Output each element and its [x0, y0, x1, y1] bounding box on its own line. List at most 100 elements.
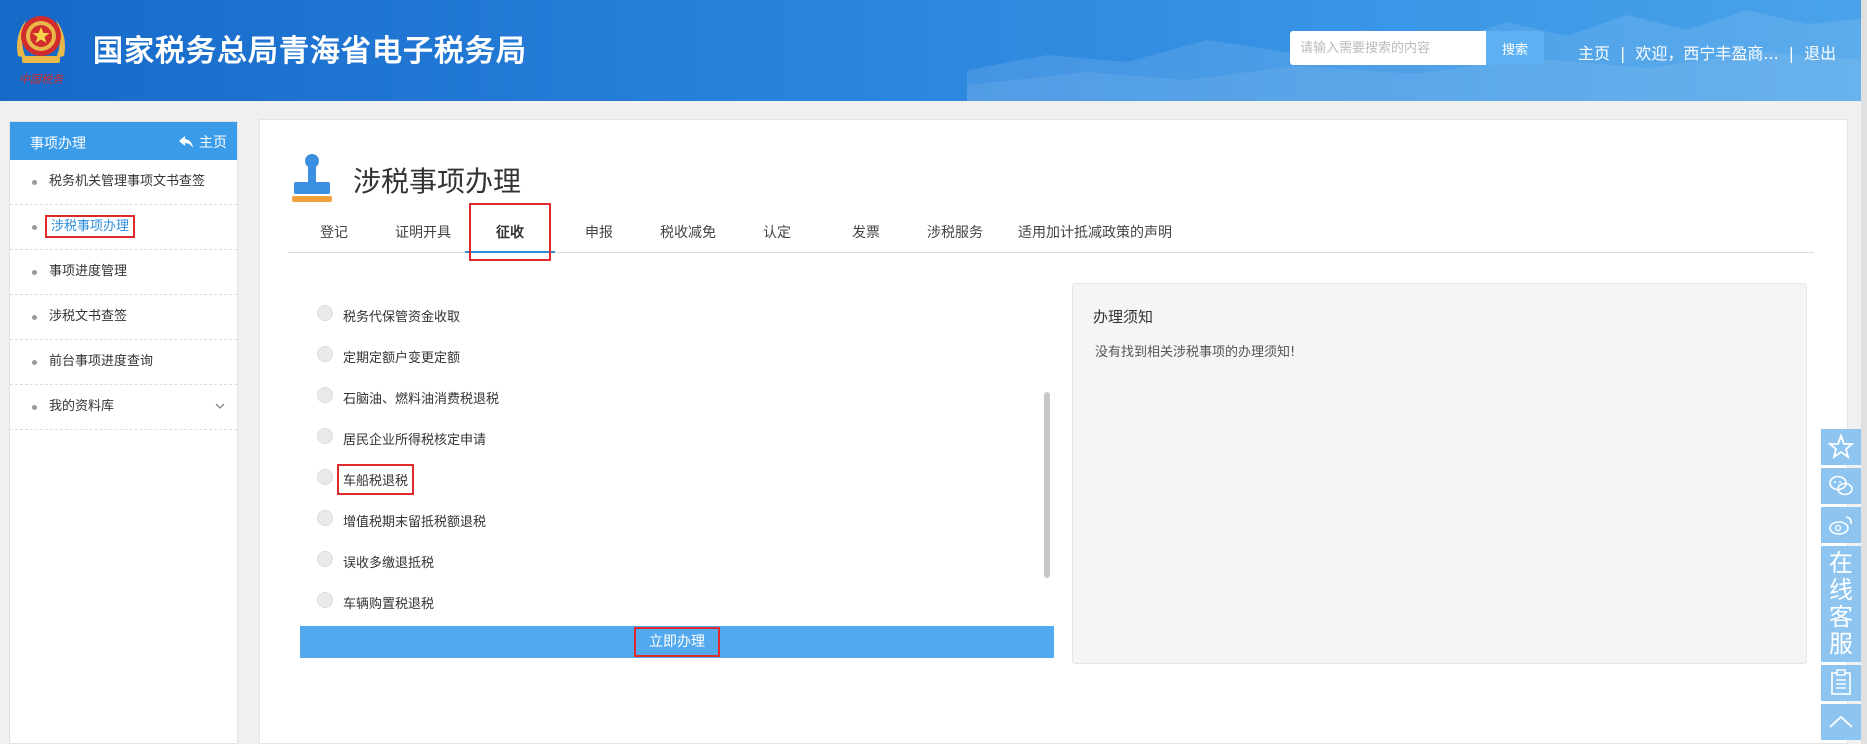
- option-label: 车辆购置税退税: [343, 597, 435, 612]
- sidebar-home-label: 主页: [199, 135, 227, 151]
- bullet-icon: [32, 270, 37, 275]
- search-button[interactable]: 搜索: [1486, 31, 1544, 65]
- sidebar-item-my-library[interactable]: 我的资料库: [10, 385, 237, 430]
- link-separator: |: [1620, 44, 1626, 63]
- tax-emblem-icon: 中国税务: [17, 16, 65, 86]
- submit-button-label: 立即办理: [634, 627, 720, 657]
- sidebar-item-document-review[interactable]: 税务机关管理事项文书查签: [10, 160, 237, 205]
- sidebar-item-front-desk-query[interactable]: 前台事项进度查询: [10, 340, 237, 385]
- tab-label: 登记: [320, 225, 348, 241]
- window-scrollbar[interactable]: [1861, 0, 1867, 744]
- submit-button[interactable]: 立即办理: [300, 626, 1054, 658]
- tab-deduction-declaration[interactable]: 适用加计抵减政策的声明: [1010, 213, 1180, 253]
- radio-button[interactable]: [317, 386, 333, 403]
- option-item[interactable]: 石脑油、燃料油消费税退税: [317, 377, 499, 418]
- chevron-up-icon: [1829, 715, 1853, 728]
- tab-registration[interactable]: 登记: [304, 213, 364, 253]
- options-scrollbar[interactable]: [1044, 392, 1050, 578]
- tab-invoice[interactable]: 发票: [821, 213, 911, 253]
- radio-button[interactable]: [317, 509, 333, 526]
- weibo-button[interactable]: [1821, 507, 1861, 543]
- tab-tax-reduction[interactable]: 税收减免: [643, 213, 733, 253]
- tab-label: 发票: [852, 225, 880, 241]
- radio-button[interactable]: [317, 550, 333, 567]
- bullet-icon: [32, 180, 37, 185]
- top-header: 中国税务 国家税务总局青海省电子税务局 搜索 主页 | 欢迎，西宁丰盈商... | 退出: [0, 0, 1867, 101]
- chevron-down-icon: [215, 403, 225, 409]
- notice-text: 没有找到相关涉税事项的办理须知!: [1095, 345, 1296, 360]
- stamp-icon: [292, 154, 332, 202]
- online-service-button[interactable]: 在线客服: [1821, 546, 1861, 662]
- tab-label: 涉税服务: [927, 225, 983, 241]
- option-item-vehicle-vessel-refund[interactable]: 车船税退税: [317, 459, 499, 500]
- sidebar-item-label: 前台事项进度查询: [49, 354, 154, 369]
- floating-toolbar: 在线客服: [1821, 429, 1861, 743]
- sidebar-item-label: 事项进度管理: [49, 264, 128, 279]
- tab-label: 税收减免: [660, 225, 716, 241]
- radio-button[interactable]: [317, 345, 333, 362]
- top-nav-links: 主页 | 欢迎，西宁丰盈商... | 退出: [1578, 40, 1836, 64]
- bullet-icon: [32, 405, 37, 410]
- bullet-icon: [32, 315, 37, 320]
- option-item[interactable]: 税务代保管资金收取: [317, 295, 499, 336]
- back-to-top-button[interactable]: [1821, 704, 1861, 740]
- option-label: 车船税退税: [336, 464, 415, 495]
- sidebar-home-button[interactable]: 主页: [179, 132, 227, 152]
- main-panel: 涉税事项办理 登记 证明开具 征收 申报 税收减免 认定 发票 涉税服务 适用加…: [259, 119, 1848, 744]
- link-separator: |: [1788, 44, 1795, 63]
- home-link[interactable]: 主页: [1578, 40, 1610, 64]
- option-label: 误收多缴退抵税: [343, 556, 435, 571]
- sidebar-item-tax-documents[interactable]: 涉税文书查签: [10, 295, 237, 340]
- sidebar-header: 事项办理 主页: [10, 122, 237, 160]
- option-item[interactable]: 误收多缴退抵税: [317, 541, 499, 582]
- tab-label: 征收: [496, 225, 524, 241]
- radio-button[interactable]: [317, 304, 333, 321]
- option-item[interactable]: 车辆购置税退税: [317, 582, 499, 623]
- option-label: 增值税期末留抵税额退税: [343, 515, 487, 530]
- tab-label: 认定: [763, 225, 791, 241]
- bullet-icon: [32, 360, 37, 365]
- site-title: 国家税务总局青海省电子税务局: [93, 34, 527, 69]
- search-input[interactable]: [1290, 31, 1486, 65]
- bullet-icon: [32, 225, 37, 230]
- sidebar-item-label: 涉税事项办理: [44, 215, 136, 238]
- weibo-icon: [1829, 516, 1852, 535]
- option-label: 税务代保管资金收取: [343, 310, 461, 325]
- logout-link[interactable]: 退出: [1804, 40, 1836, 64]
- favorite-button[interactable]: [1821, 429, 1861, 465]
- welcome-user-link[interactable]: 欢迎，西宁丰盈商...: [1635, 40, 1778, 64]
- sidebar: 事项办理 主页 税务机关管理事项文书查签 涉税事项办理 事项进度管理 涉税文书查…: [9, 121, 238, 744]
- matter-options-list: 税务代保管资金收取 定期定额户变更定额 石脑油、燃料油消费税退税 居民企业所得税…: [317, 295, 499, 623]
- sidebar-title: 事项办理: [30, 136, 86, 152]
- wechat-button[interactable]: [1821, 468, 1861, 504]
- wechat-icon: [1829, 475, 1853, 496]
- option-label: 居民企业所得税核定申请: [343, 433, 487, 448]
- radio-button[interactable]: [317, 427, 333, 444]
- tab-certificate[interactable]: 证明开具: [378, 213, 468, 253]
- tab-collection[interactable]: 征收: [465, 203, 555, 261]
- feedback-button[interactable]: [1821, 665, 1861, 701]
- tab-declaration[interactable]: 申报: [554, 213, 644, 253]
- radio-button[interactable]: [317, 468, 333, 485]
- option-item[interactable]: 定期定额户变更定额: [317, 336, 499, 377]
- tab-label: 证明开具: [395, 225, 451, 241]
- sidebar-item-label: 涉税文书查签: [49, 309, 128, 324]
- sidebar-item-progress-management[interactable]: 事项进度管理: [10, 250, 237, 295]
- tab-label: 适用加计抵减政策的声明: [1018, 225, 1172, 241]
- tab-label: 申报: [585, 225, 613, 241]
- tab-tax-service[interactable]: 涉税服务: [910, 213, 1000, 253]
- note-icon: [1831, 669, 1851, 695]
- radio-button[interactable]: [317, 591, 333, 608]
- sidebar-item-tax-matters[interactable]: 涉税事项办理: [10, 205, 237, 250]
- notice-panel: 办理须知 没有找到相关涉税事项的办理须知!: [1072, 283, 1807, 664]
- star-icon: [1827, 433, 1855, 460]
- option-item[interactable]: 居民企业所得税核定申请: [317, 418, 499, 459]
- page-title: 涉税事项办理: [353, 165, 522, 198]
- option-item[interactable]: 增值税期末留抵税额退税: [317, 500, 499, 541]
- tab-certification[interactable]: 认定: [732, 213, 822, 253]
- notice-title: 办理须知: [1093, 308, 1154, 326]
- option-label: 石脑油、燃料油消费税退税: [343, 392, 500, 407]
- category-tabs: 登记 证明开具 征收 申报 税收减免 认定 发票 涉税服务 适用加计抵减政策的声…: [288, 203, 1814, 261]
- sidebar-item-label: 税务机关管理事项文书查签: [49, 174, 206, 189]
- sidebar-item-label: 我的资料库: [49, 399, 115, 414]
